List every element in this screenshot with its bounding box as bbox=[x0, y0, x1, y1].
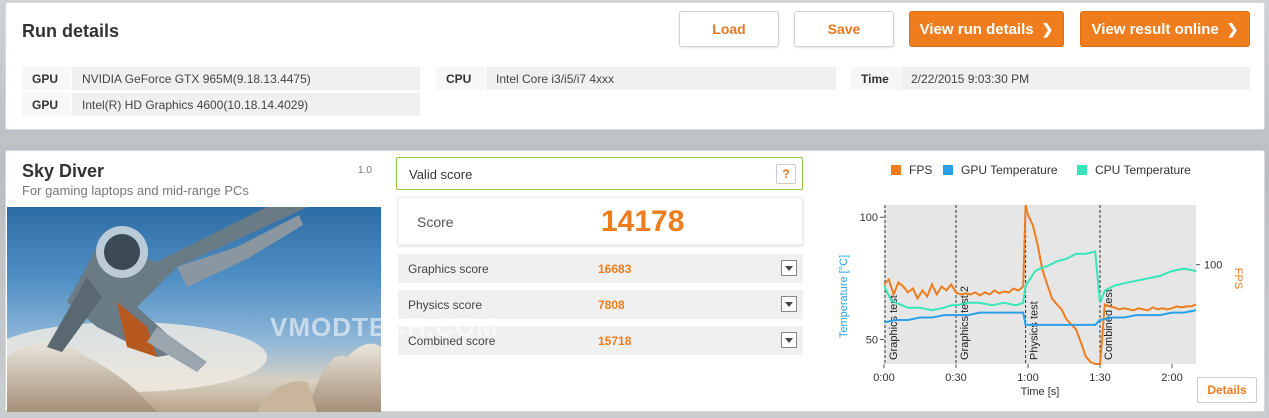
benchmark-subtitle: For gaming laptops and mid-range PCs bbox=[22, 183, 249, 198]
y-right-tick-label: 100 bbox=[1204, 260, 1222, 272]
save-button[interactable]: Save bbox=[794, 11, 894, 47]
view-run-details-button[interactable]: View run details ❯ bbox=[909, 11, 1064, 47]
legend-cpu-temperature: CPU Temperature bbox=[1077, 163, 1191, 177]
expand-dropdown-icon[interactable] bbox=[781, 296, 797, 312]
graphics-score-row[interactable]: Graphics score 16683 bbox=[398, 254, 803, 283]
combined-score-value: 15718 bbox=[598, 334, 632, 348]
gpu-row-1: GPU NVIDIA GeForce GTX 965M(9.18.13.4475… bbox=[22, 67, 420, 90]
legend-swatch bbox=[1077, 165, 1087, 175]
view-result-online-button[interactable]: View result online ❯ bbox=[1080, 11, 1250, 47]
gpu-label: GPU bbox=[22, 93, 72, 116]
gpu-2-value: Intel(R) HD Graphics 4600(10.18.14.4029) bbox=[82, 97, 309, 112]
physics-score-value: 7808 bbox=[598, 298, 625, 312]
view-result-online-label: View result online bbox=[1091, 20, 1219, 38]
run-details-title: Run details bbox=[22, 21, 120, 41]
section-label: Graphics test bbox=[888, 295, 900, 360]
cpu-value: Intel Core i3/i5/i7 4xxx bbox=[496, 71, 615, 86]
section-label: Graphics test 2 bbox=[959, 286, 971, 360]
gpu-row-2: GPU Intel(R) HD Graphics 4600(10.18.14.4… bbox=[22, 93, 420, 116]
monitoring-chart: FPS GPU Temperature CPU Temperature 50 10… bbox=[823, 153, 1263, 411]
help-button[interactable]: ? bbox=[776, 164, 796, 184]
time-label: Time bbox=[851, 67, 901, 90]
time-row: Time 2/22/2015 9:03:30 PM bbox=[851, 67, 1250, 90]
y-left-tick-label: 100 bbox=[860, 212, 878, 224]
x-tick-label: 0:30 bbox=[945, 372, 966, 384]
cpu-row: CPU Intel Core i3/i5/i7 4xxx bbox=[436, 67, 836, 90]
benchmark-title: Sky Diver bbox=[22, 161, 105, 181]
x-tick-label: 1:00 bbox=[1017, 372, 1038, 384]
time-value: 2/22/2015 9:03:30 PM bbox=[911, 71, 1030, 86]
skydiver-illustration bbox=[7, 207, 381, 412]
score-value: 14178 bbox=[601, 205, 685, 238]
legend-swatch bbox=[891, 165, 901, 175]
y-left-tick-label: 50 bbox=[866, 335, 878, 347]
view-run-details-label: View run details bbox=[919, 20, 1034, 38]
chart-svg: 50 100 100 0:00 0:30 1:00 1:30 2:00 Time [s] Temp… bbox=[838, 204, 1244, 398]
section-label: Physics test bbox=[1029, 301, 1041, 360]
expand-dropdown-icon[interactable] bbox=[781, 332, 797, 348]
x-axis-label: Time [s] bbox=[1021, 386, 1060, 398]
graphics-score-label: Graphics score bbox=[408, 262, 489, 276]
gpu-label: GPU bbox=[22, 67, 72, 90]
valid-score-label: Valid score bbox=[409, 167, 473, 182]
expand-dropdown-icon[interactable] bbox=[781, 260, 797, 276]
x-tick-label: 1:30 bbox=[1089, 372, 1110, 384]
physics-score-label: Physics score bbox=[408, 298, 483, 312]
legend-label: GPU Temperature bbox=[961, 163, 1058, 177]
benchmark-image bbox=[7, 207, 381, 412]
watermark-text: VMODTECH.COM bbox=[270, 312, 499, 342]
legend-label: FPS bbox=[909, 163, 933, 177]
legend-gpu-temperature: GPU Temperature bbox=[943, 163, 1058, 177]
y-left-axis-label: Temperature [°C] bbox=[838, 255, 850, 338]
details-button[interactable]: Details bbox=[1197, 377, 1257, 403]
score-label: Score bbox=[417, 214, 454, 230]
section-label: Combined test bbox=[1103, 289, 1115, 360]
y-right-axis-label: FPS bbox=[1232, 268, 1244, 289]
run-details-panel: Run details Load Save View run details ❯… bbox=[5, 2, 1265, 130]
chevron-right-icon: ❯ bbox=[1041, 20, 1054, 37]
x-tick-label: 0:00 bbox=[873, 372, 894, 384]
legend-fps: FPS bbox=[891, 163, 932, 177]
score-box: Score 14178 bbox=[398, 197, 803, 245]
x-tick-label: 2:00 bbox=[1161, 372, 1182, 384]
load-button[interactable]: Load bbox=[679, 11, 779, 47]
gpu-1-value: NVIDIA GeForce GTX 965M(9.18.13.4475) bbox=[82, 71, 311, 86]
chevron-right-icon: ❯ bbox=[1226, 20, 1239, 37]
benchmark-version: 1.0 bbox=[358, 165, 372, 176]
valid-score-box: Valid score ? bbox=[396, 157, 803, 190]
benchmark-panel: Sky Diver For gaming laptops and mid-ran… bbox=[5, 150, 1265, 412]
legend-label: CPU Temperature bbox=[1095, 163, 1191, 177]
graphics-score-value: 16683 bbox=[598, 262, 632, 276]
cpu-label: CPU bbox=[436, 67, 486, 90]
legend-swatch bbox=[943, 165, 953, 175]
